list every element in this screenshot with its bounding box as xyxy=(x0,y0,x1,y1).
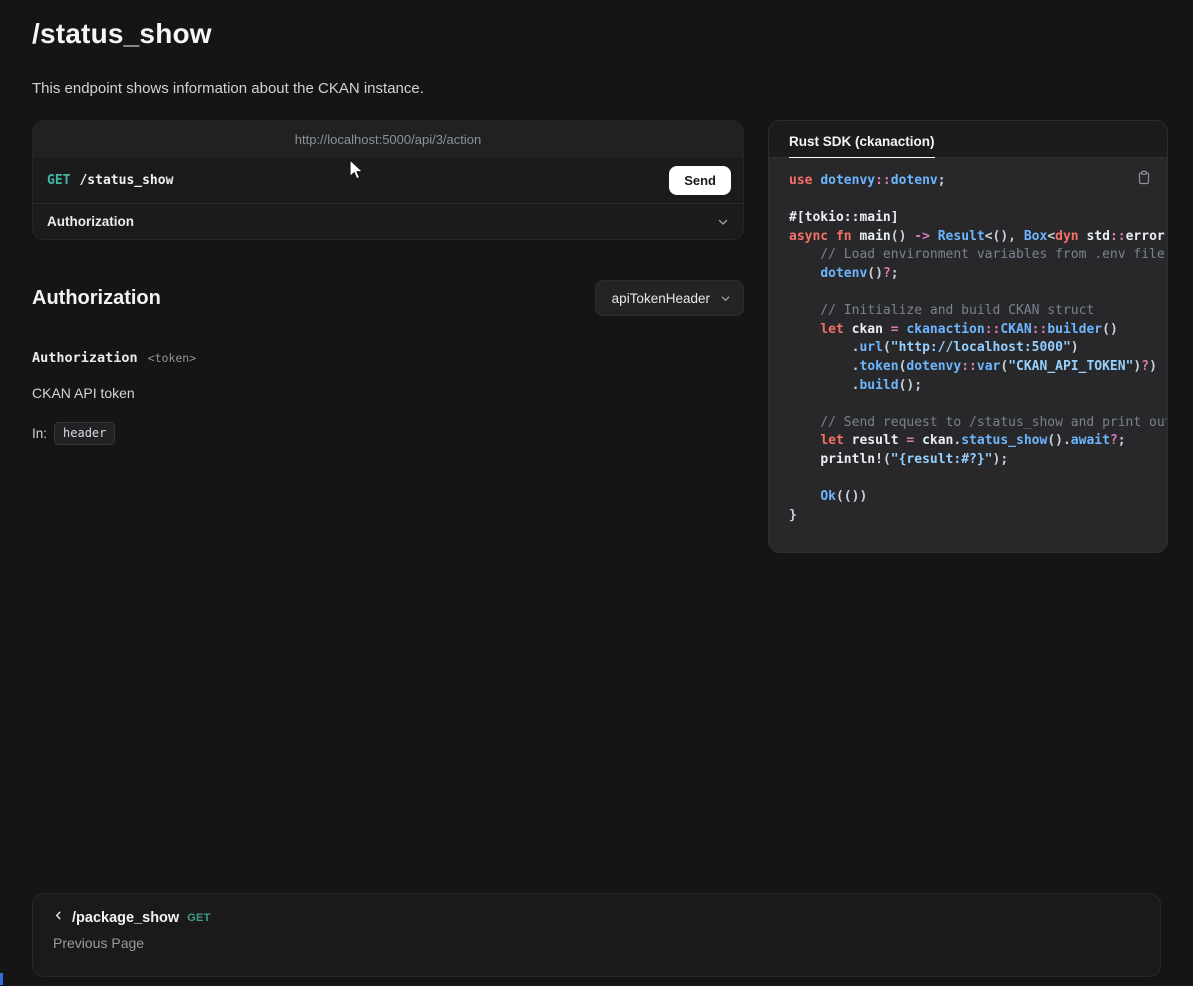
chevron-left-icon xyxy=(53,909,64,925)
chevron-down-icon xyxy=(717,216,729,228)
request-card-header: http://localhost:5000/api/3/action xyxy=(33,121,743,158)
http-method-label: GET xyxy=(47,173,70,188)
code-block: use dotenvy::dotenv; #[tokio::main]async… xyxy=(789,172,1167,525)
auth-row-label: Authorization xyxy=(47,214,134,229)
previous-page-label: Previous Page xyxy=(53,935,1140,951)
auth-param-type: <token> xyxy=(148,351,196,365)
right-column: Rust SDK (ckanaction) use dotenvy::doten… xyxy=(768,120,1168,553)
auth-param-name: Authorization xyxy=(32,350,138,366)
auth-section-heading: Authorization xyxy=(32,287,161,310)
auth-param-line: Authorization <token> xyxy=(32,350,744,366)
request-card: http://localhost:5000/api/3/action GET /… xyxy=(32,120,744,240)
base-url: http://localhost:5000/api/3/action xyxy=(295,132,481,147)
auth-in-label: In: xyxy=(32,426,47,441)
code-panel-header: Rust SDK (ckanaction) xyxy=(769,121,1167,158)
tab-rust-sdk[interactable]: Rust SDK (ckanaction) xyxy=(789,134,935,158)
previous-page-link: /package_show GET xyxy=(53,910,1140,926)
page-container: /status_show This endpoint shows informa… xyxy=(0,0,1193,977)
request-row: GET /status_show Send xyxy=(33,158,743,203)
edge-scroll-indicator xyxy=(0,973,3,985)
send-button[interactable]: Send xyxy=(669,166,731,195)
auth-scheme-select[interactable]: apiTokenHeader xyxy=(595,280,744,316)
auth-param-description: CKAN API token xyxy=(32,385,744,401)
auth-section-header: Authorization apiTokenHeader xyxy=(32,280,744,316)
clipboard-copy-icon[interactable] xyxy=(1134,167,1154,190)
auth-in-value-badge: header xyxy=(54,422,115,445)
auth-collapsible-row[interactable]: Authorization xyxy=(33,203,743,239)
auth-scheme-value: apiTokenHeader xyxy=(612,291,710,306)
code-body: use dotenvy::dotenv; #[tokio::main]async… xyxy=(769,158,1167,552)
previous-endpoint-path: /package_show xyxy=(72,910,179,926)
previous-page-card[interactable]: /package_show GET Previous Page xyxy=(32,893,1161,977)
auth-in-row: In: header xyxy=(32,422,744,445)
chevron-down-icon xyxy=(720,293,731,304)
previous-endpoint-method: GET xyxy=(187,912,211,924)
content-columns: http://localhost:5000/api/3/action GET /… xyxy=(32,120,1161,553)
code-panel: Rust SDK (ckanaction) use dotenvy::doten… xyxy=(768,120,1168,553)
page-title: /status_show xyxy=(32,18,1161,50)
endpoint-path: /status_show xyxy=(79,173,173,188)
page-description: This endpoint shows information about th… xyxy=(32,80,1161,97)
left-column: http://localhost:5000/api/3/action GET /… xyxy=(32,120,744,445)
